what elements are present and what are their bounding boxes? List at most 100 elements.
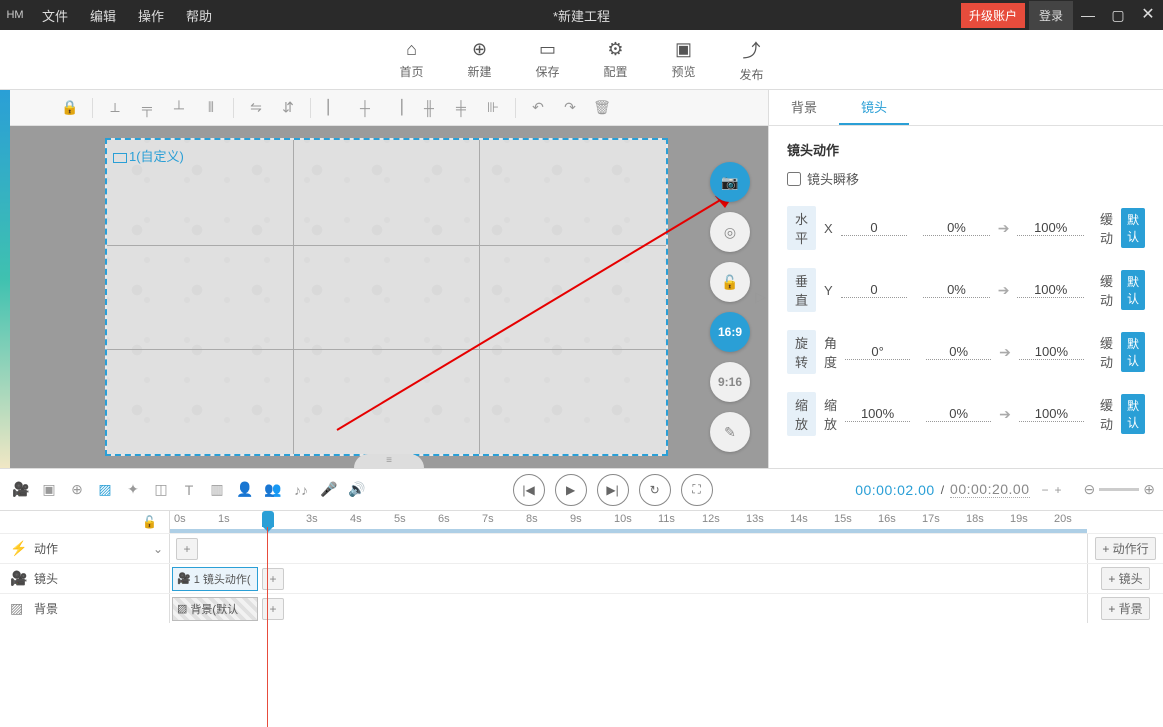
align-right-button[interactable]: ▕ [383, 94, 411, 122]
flip-h-button[interactable]: ⇋ [242, 94, 270, 122]
action-add-button[interactable]: + [176, 538, 198, 560]
tab-background[interactable]: 背景 [769, 90, 839, 125]
menu-edit[interactable]: 编辑 [80, 0, 126, 31]
loop-button[interactable]: ↻ [639, 474, 671, 506]
align-stretch-button[interactable]: ⫴ [197, 94, 225, 122]
y-value-input[interactable] [841, 282, 908, 298]
person-tool-button[interactable]: 👤 [232, 477, 258, 503]
scale-value-input[interactable] [845, 406, 910, 422]
fullscreen-button[interactable]: ⛶ [681, 474, 713, 506]
aspect-9-16-button[interactable]: 9:16 [710, 362, 750, 402]
publish-button[interactable]: ⤴发布 [730, 37, 774, 83]
camera-tool-button[interactable]: 🎥 [8, 477, 34, 503]
home-button[interactable]: ⌂首页 [390, 39, 434, 80]
zoom-out-button[interactable]: ⊖ [1084, 481, 1096, 498]
upgrade-button[interactable]: 升级账户 [961, 3, 1025, 28]
undo-button[interactable]: ↶ [524, 94, 552, 122]
shapes-tool-button[interactable]: ◫ [148, 477, 174, 503]
align-vcenter-button[interactable]: ╤ [133, 94, 161, 122]
redo-button[interactable]: ↷ [556, 94, 584, 122]
add-tool-button[interactable]: ⊕ [64, 477, 90, 503]
bottom-collapse-handle[interactable]: ≡ [354, 454, 424, 468]
x-to-input[interactable] [1017, 220, 1084, 236]
lock-icon[interactable]: 🔓 [142, 515, 157, 529]
panel-collapse-handle[interactable]: ▷ [755, 289, 766, 306]
prev-frame-button[interactable]: |◀ [513, 474, 545, 506]
layer-tool-button[interactable]: ▥ [204, 477, 230, 503]
login-button[interactable]: 登录 [1029, 1, 1073, 30]
menu-file[interactable]: 文件 [32, 0, 78, 31]
arrow-icon: ➔ [998, 282, 1010, 299]
camera-add-clip-button[interactable]: + [262, 568, 284, 590]
angle-value-input[interactable] [845, 344, 910, 360]
distribute-button[interactable]: ⊪ [479, 94, 507, 122]
delete-button[interactable]: 🗑 [588, 94, 616, 122]
new-button[interactable]: ⊕新建 [458, 39, 502, 80]
add-bg-row-button[interactable]: + 背景 [1101, 597, 1149, 620]
speaker-tool-button[interactable]: 🔊 [344, 477, 370, 503]
zoom-slider[interactable] [1099, 488, 1139, 491]
audio-eq-button[interactable]: ♪♪ [288, 477, 314, 503]
mic-tool-button[interactable]: 🎤 [316, 477, 342, 503]
sparkle-tool-button[interactable]: ✦ [120, 477, 146, 503]
x-value-input[interactable] [841, 220, 908, 236]
scale-from-input[interactable] [926, 406, 991, 422]
align-left-button[interactable]: ▏ [319, 94, 347, 122]
edit-button[interactable]: ✎ [710, 412, 750, 452]
lock-button[interactable]: 🔒 [56, 94, 84, 122]
angle-to-input[interactable] [1019, 344, 1084, 360]
y-to-input[interactable] [1017, 282, 1084, 298]
mic-icon: 🎤 [320, 481, 337, 498]
time-minus-button[interactable]: − [1042, 483, 1049, 497]
y-from-input[interactable] [923, 282, 990, 298]
align-top-button[interactable]: ⟂ [101, 94, 129, 122]
bg-add-clip-button[interactable]: + [262, 598, 284, 620]
zoom-in-button[interactable]: ⊕ [1143, 481, 1155, 498]
canvas-area: 🔒 ⟂ ╤ ┴ ⫴ ⇋ ⇵ ▏ ┼ ▕ ╫ ╪ ⊪ ↶ ↷ 🗑 1(自定义) [0, 90, 768, 468]
y-easing-button[interactable]: 默认 [1121, 270, 1145, 310]
properties-panel: 背景 镜头 镜头动作 镜头瞬移 水平 X ➔ 缓动 默认 垂直 [768, 90, 1163, 468]
image-tool-button[interactable]: ▣ [36, 477, 62, 503]
action-row-expand[interactable]: ⌄ [153, 542, 163, 556]
maximize-button[interactable]: ▢ [1103, 0, 1133, 30]
speaker-icon: 🔊 [348, 481, 365, 498]
pattern-tool-button[interactable]: ▨ [92, 477, 118, 503]
preview-button[interactable]: ▣预览 [662, 39, 706, 80]
text-tool-button[interactable]: T [176, 477, 202, 503]
camera-clip[interactable]: 🎥1 镜头动作( [172, 567, 258, 591]
save-button[interactable]: ▭保存 [526, 39, 570, 80]
time-total[interactable]: 00:00:20.00 [950, 481, 1029, 498]
next-frame-button[interactable]: ▶| [597, 474, 629, 506]
canvas-viewport[interactable]: 1(自定义) 📷 ◎ 🔓 16:9 9:16 ✎ ▷ ≡ [10, 126, 768, 468]
play-button[interactable]: ▶ [555, 474, 587, 506]
distribute-h-button[interactable]: ╫ [415, 94, 443, 122]
instant-move-checkbox[interactable] [787, 172, 801, 186]
flip-v-button[interactable]: ⇵ [274, 94, 302, 122]
people-tool-button[interactable]: 👥 [260, 477, 286, 503]
scale-easing-button[interactable]: 默认 [1121, 394, 1145, 434]
minimize-button[interactable]: — [1073, 0, 1103, 30]
tab-camera[interactable]: 镜头 [839, 90, 909, 125]
menu-operate[interactable]: 操作 [128, 0, 174, 31]
unlock-button[interactable]: 🔓 [710, 262, 750, 302]
distribute-v-button[interactable]: ╪ [447, 94, 475, 122]
scale-to-input[interactable] [1019, 406, 1084, 422]
x-easing-button[interactable]: 默认 [1121, 208, 1145, 248]
background-clip[interactable]: ▨背景(默认 [172, 597, 258, 621]
config-button[interactable]: ⚙配置 [594, 39, 638, 80]
angle-from-input[interactable] [926, 344, 991, 360]
add-action-row-button[interactable]: + 动作行 [1095, 537, 1155, 560]
angle-easing-button[interactable]: 默认 [1121, 332, 1145, 372]
camera-add-button[interactable]: 📷 [710, 162, 750, 202]
align-hcenter-button[interactable]: ┼ [351, 94, 379, 122]
align-bottom-button[interactable]: ┴ [165, 94, 193, 122]
timeline-span-bar[interactable] [170, 529, 1087, 533]
canvas-frame[interactable]: 1(自定义) [105, 138, 668, 456]
close-button[interactable]: ✕ [1133, 0, 1163, 30]
add-camera-row-button[interactable]: + 镜头 [1101, 567, 1149, 590]
target-button[interactable]: ◎ [710, 212, 750, 252]
aspect-16-9-button[interactable]: 16:9 [710, 312, 750, 352]
menu-help[interactable]: 帮助 [176, 0, 222, 31]
x-from-input[interactable] [923, 220, 990, 236]
time-plus-button[interactable]: + [1055, 483, 1062, 497]
